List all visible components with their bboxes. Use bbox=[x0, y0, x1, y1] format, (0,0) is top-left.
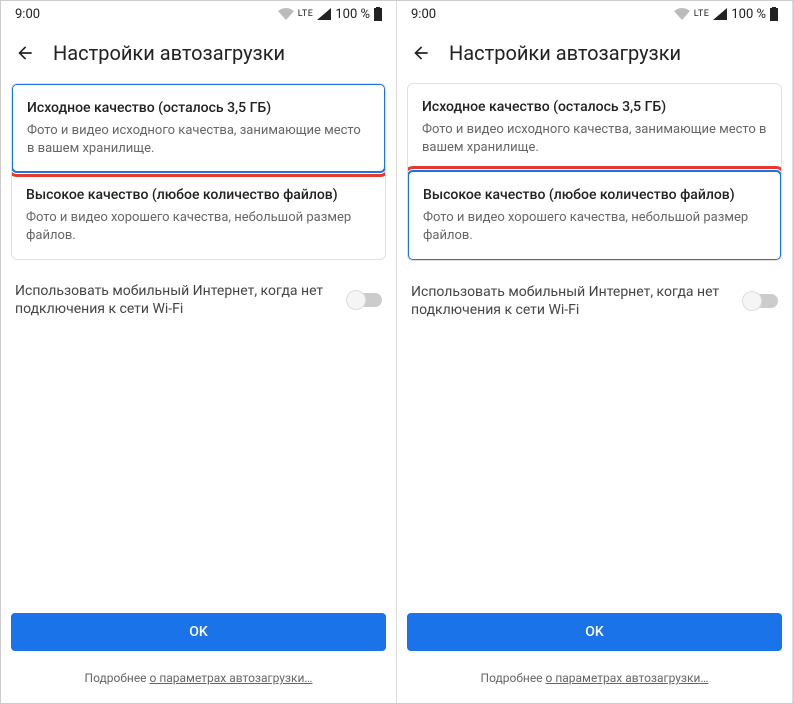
app-bar: Настройки автозагрузки bbox=[397, 27, 792, 83]
option-original-quality[interactable]: Исходное качество (осталось 3,5 ГБ) Фото… bbox=[408, 84, 781, 171]
footer-link[interactable]: Подробнее о параметрах автозагрузки… bbox=[397, 661, 792, 703]
battery-percent: 100 % bbox=[335, 7, 370, 22]
lte-label: LTE bbox=[298, 9, 314, 19]
toggle-label: Использовать мобильный Интернет, когда н… bbox=[411, 283, 726, 321]
option-high-quality[interactable]: Высокое качество (любое количество файло… bbox=[12, 172, 385, 258]
footer-prefix: Подробнее bbox=[85, 671, 150, 685]
toggle-label: Использовать мобильный Интернет, когда н… bbox=[15, 282, 330, 320]
status-right: LTE 100 % bbox=[278, 7, 382, 22]
signal-icon bbox=[317, 8, 331, 20]
quality-options: Исходное качество (осталось 3,5 ГБ) Фото… bbox=[407, 83, 782, 261]
status-bar: 9:00 LTE 100 % bbox=[397, 1, 792, 27]
footer-link-text: о параметрах автозагрузки… bbox=[150, 671, 313, 685]
battery-icon bbox=[770, 7, 778, 21]
option-title: Высокое качество (любое количество файло… bbox=[423, 186, 766, 204]
option-original-quality[interactable]: Исходное качество (осталось 3,5 ГБ) Фото… bbox=[11, 83, 386, 173]
option-desc: Фото и видео исходного качества, занимаю… bbox=[27, 122, 370, 157]
status-time: 9:00 bbox=[15, 7, 40, 22]
option-title: Исходное качество (осталось 3,5 ГБ) bbox=[422, 98, 767, 116]
mobile-data-toggle-row: Использовать мобильный Интернет, когда н… bbox=[1, 260, 396, 330]
quality-options: Исходное качество (осталось 3,5 ГБ) Фото… bbox=[11, 83, 386, 260]
ok-button[interactable]: OK bbox=[11, 613, 386, 651]
option-title: Исходное качество (осталось 3,5 ГБ) bbox=[27, 99, 370, 117]
battery-percent: 100 % bbox=[731, 7, 766, 22]
status-time: 9:00 bbox=[411, 7, 436, 22]
phone-right: 9:00 LTE 100 % Настройки автозагрузки Ис… bbox=[397, 1, 793, 703]
page-title: Настройки автозагрузки bbox=[449, 41, 681, 65]
option-desc: Фото и видео исходного качества, занимаю… bbox=[422, 121, 767, 156]
back-icon[interactable] bbox=[411, 43, 431, 63]
status-bar: 9:00 LTE 100 % bbox=[1, 1, 396, 27]
option-desc: Фото и видео хорошего качества, небольшо… bbox=[423, 209, 766, 244]
footer-prefix: Подробнее bbox=[481, 671, 546, 685]
page-title: Настройки автозагрузки bbox=[53, 41, 285, 65]
mobile-data-switch[interactable] bbox=[744, 294, 778, 308]
mobile-data-switch[interactable] bbox=[348, 293, 382, 307]
footer-link-text: о параметрах автозагрузки… bbox=[546, 671, 709, 685]
footer-link[interactable]: Подробнее о параметрах автозагрузки… bbox=[1, 661, 396, 703]
option-high-quality[interactable]: Высокое качество (любое количество файло… bbox=[407, 170, 782, 260]
option-title: Высокое качество (любое количество файло… bbox=[26, 186, 371, 204]
phone-left: 9:00 LTE 100 % Настройки автозагрузки Ис… bbox=[1, 1, 397, 703]
signal-icon bbox=[713, 8, 727, 20]
ok-button[interactable]: OK bbox=[407, 613, 782, 651]
app-bar: Настройки автозагрузки bbox=[1, 27, 396, 83]
back-icon[interactable] bbox=[15, 43, 35, 63]
option-desc: Фото и видео хорошего качества, небольшо… bbox=[26, 209, 371, 244]
wifi-icon bbox=[674, 8, 690, 20]
lte-label: LTE bbox=[694, 9, 710, 19]
status-right: LTE 100 % bbox=[674, 7, 778, 22]
battery-icon bbox=[374, 7, 382, 21]
wifi-icon bbox=[278, 8, 294, 20]
mobile-data-toggle-row: Использовать мобильный Интернет, когда н… bbox=[397, 261, 792, 331]
